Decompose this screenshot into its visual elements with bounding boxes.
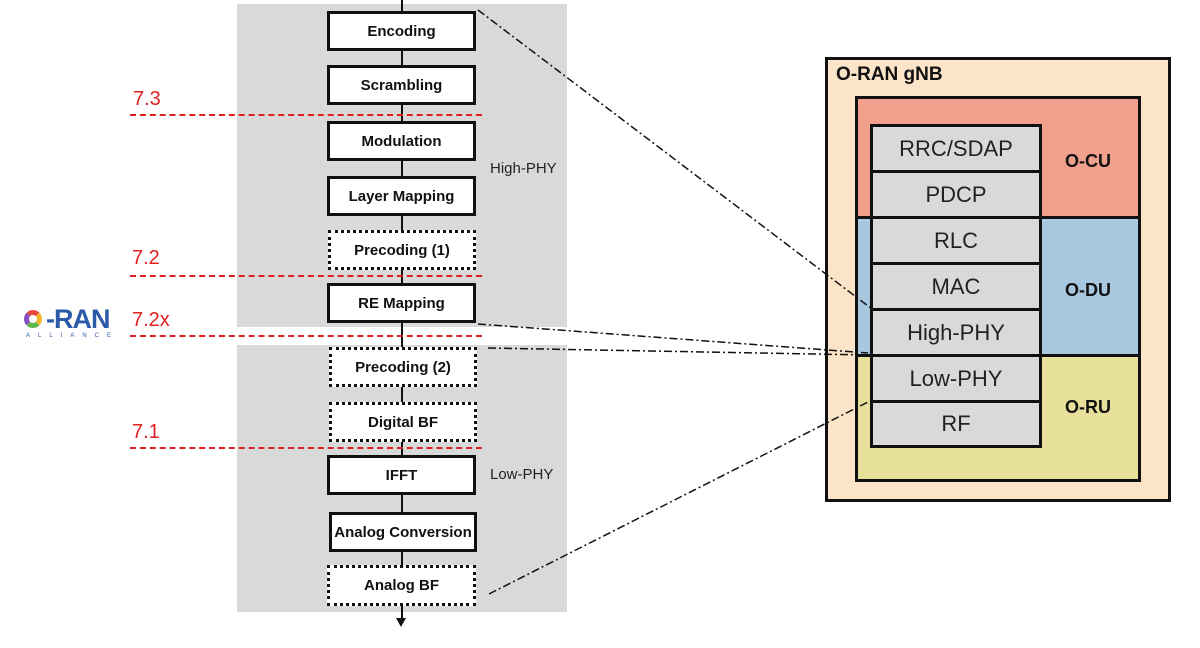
oran-alliance-logo: -RAN ALLIANCE bbox=[24, 304, 114, 342]
label-o-cu: O-CU bbox=[1065, 151, 1111, 171]
block-precoding-2: Precoding (2) bbox=[329, 347, 477, 387]
block-encoding: Encoding bbox=[327, 11, 476, 51]
layer-rf: RF bbox=[870, 400, 1042, 448]
gnb-title: O-RAN gNB bbox=[836, 64, 943, 85]
layer-mac: MAC bbox=[870, 262, 1042, 311]
split-label-7-1: 7.1 bbox=[132, 421, 160, 443]
block-modulation: Modulation bbox=[327, 121, 476, 161]
layer-high-phy: High-PHY bbox=[870, 308, 1042, 357]
split-label-7-2: 7.2 bbox=[132, 247, 160, 269]
split-label-7-3: 7.3 bbox=[133, 88, 161, 110]
layer-rrc-sdap: RRC/SDAP bbox=[870, 124, 1042, 173]
split-line-7-1 bbox=[130, 447, 482, 449]
oran-ring-icon bbox=[24, 310, 42, 328]
block-layer-mapping: Layer Mapping bbox=[327, 176, 476, 216]
split-label-7-2x: 7.2x bbox=[132, 309, 170, 331]
block-analog-conversion: Analog Conversion bbox=[329, 512, 477, 552]
layer-pdcp: PDCP bbox=[870, 170, 1042, 219]
block-precoding-1: Precoding (1) bbox=[328, 230, 476, 270]
layer-rlc: RLC bbox=[870, 216, 1042, 265]
block-scrambling: Scrambling bbox=[327, 65, 476, 105]
layer-low-phy: Low-PHY bbox=[870, 354, 1042, 403]
block-analog-bf: Analog BF bbox=[327, 565, 476, 606]
split-line-7-2x bbox=[130, 335, 482, 337]
block-re-mapping: RE Mapping bbox=[327, 283, 476, 323]
logo-subtitle: ALLIANCE bbox=[26, 333, 120, 339]
label-o-du: O-DU bbox=[1065, 280, 1111, 300]
split-line-7-3 bbox=[130, 114, 482, 116]
block-digital-bf: Digital BF bbox=[329, 402, 477, 442]
block-ifft: IFFT bbox=[327, 455, 476, 495]
split-line-7-2 bbox=[130, 275, 482, 277]
high-phy-label: High-PHY bbox=[490, 160, 557, 177]
logo-text: -RAN bbox=[46, 304, 110, 334]
label-o-ru: O-RU bbox=[1065, 397, 1111, 417]
low-phy-label: Low-PHY bbox=[490, 466, 554, 483]
